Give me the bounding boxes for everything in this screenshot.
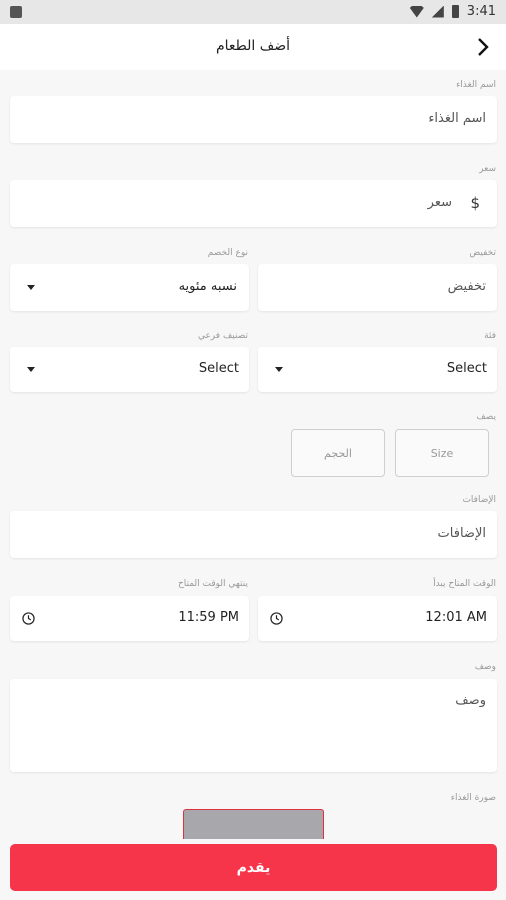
discount-type-select[interactable]: نسبه مئويه	[10, 264, 249, 311]
start-time-label: الوقت المتاح يبدأ	[433, 579, 496, 589]
price-input[interactable]: سعر $	[10, 180, 497, 227]
end-time-picker[interactable]: 11:59 PM	[10, 596, 249, 641]
discount-placeholder: تخفيض	[447, 279, 486, 294]
wifi-icon	[409, 5, 424, 18]
price-label: سعر	[479, 164, 496, 174]
food-image-upload[interactable]	[183, 809, 324, 839]
submit-button[interactable]: يقدم	[10, 844, 497, 891]
category-label: فئة	[484, 331, 496, 341]
app-bar: أضف الطعام	[0, 24, 506, 70]
signal-icon	[431, 5, 444, 18]
dropdown-arrow-icon	[275, 367, 283, 372]
price-placeholder: سعر	[427, 195, 452, 210]
clock-icon	[270, 612, 283, 625]
clock-icon	[22, 612, 35, 625]
additions-placeholder: الإضافات	[437, 526, 486, 541]
category-select[interactable]: Select	[258, 347, 497, 392]
dropdown-arrow-icon	[27, 285, 35, 290]
food-name-placeholder: اسم الغذاء	[428, 111, 486, 126]
category-value: Select	[446, 361, 487, 376]
volume-placeholder: الحجم	[324, 446, 352, 460]
description-textarea[interactable]: وصف	[10, 679, 497, 772]
page-title: أضف الطعام	[215, 38, 290, 54]
additions-input[interactable]: الإضافات	[10, 511, 497, 558]
food-name-input[interactable]: اسم الغذاء	[10, 96, 497, 143]
status-time: 3:41	[466, 4, 496, 19]
subcategory-value: Select	[198, 361, 239, 376]
submit-label: يقدم	[236, 859, 271, 876]
size-placeholder: Size	[430, 446, 454, 460]
description-placeholder: وصف	[455, 693, 486, 708]
dollar-icon: $	[470, 194, 480, 212]
back-button[interactable]	[470, 34, 496, 60]
end-time-value: 11:59 PM	[178, 610, 239, 625]
discount-label: تخفيض	[469, 248, 496, 258]
subcategory-select[interactable]: Select	[10, 347, 249, 392]
discount-input[interactable]: تخفيض	[258, 264, 497, 311]
food-image-label: صورة الغذاء	[450, 793, 496, 803]
dropdown-arrow-icon	[27, 367, 35, 372]
battery-icon	[451, 5, 459, 18]
discount-type-label: نوع الخصم	[207, 248, 248, 258]
description-label: وصف	[474, 662, 496, 672]
end-time-label: ينتهي الوقت المتاح	[177, 579, 248, 589]
subcategory-label: تصنيف فرعي	[197, 331, 248, 341]
start-time-picker[interactable]: 12:01 AM	[258, 596, 497, 641]
chevron-right-icon	[478, 38, 489, 56]
discount-type-value: نسبه مئويه	[178, 279, 237, 294]
start-time-value: 12:01 AM	[425, 610, 487, 625]
volume-input[interactable]: الحجم	[291, 429, 385, 477]
image-notification-icon	[10, 6, 22, 18]
food-name-label: اسم الغذاء	[456, 80, 496, 90]
sizes-label: يصف	[476, 412, 496, 422]
size-input[interactable]: Size	[395, 429, 489, 477]
additions-label: الإضافات	[462, 495, 496, 505]
status-bar: 3:41	[0, 0, 506, 24]
